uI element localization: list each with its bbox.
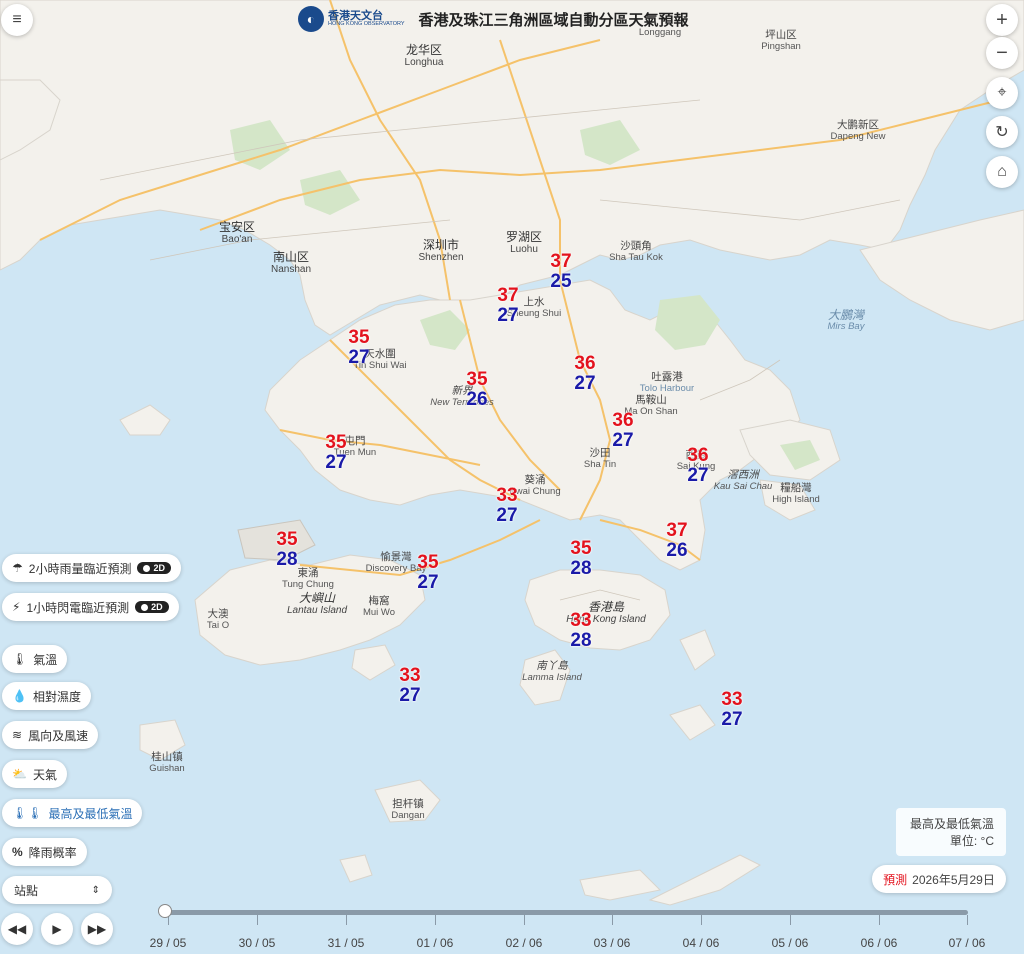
hko-logo: ◐ 香港天文台 HONG KONG OBSERVATORY	[298, 6, 405, 32]
home-button[interactable]: ⌂	[986, 156, 1018, 188]
timeline-label[interactable]: 02 / 06	[506, 936, 543, 950]
rain-prob-layer-button[interactable]: % 降雨概率	[2, 838, 87, 866]
temp-marker[interactable]: 36 27	[612, 411, 633, 451]
rain-cloud-icon: ☂	[12, 561, 23, 575]
timeline-handle[interactable]	[158, 904, 172, 918]
plus-icon: +	[996, 8, 1008, 31]
play-icon: ▶	[52, 922, 62, 936]
minus-icon: −	[996, 41, 1008, 64]
droplet-icon: 💧	[12, 689, 27, 703]
fast-forward-icon: ▶▶	[87, 922, 107, 936]
place-label: 罗湖区 Luohu	[505, 230, 543, 256]
crosshair-icon: ⌖	[997, 84, 1007, 101]
title-bar: ◐ 香港天文台 HONG KONG OBSERVATORY 香港及珠江三角洲區域…	[298, 6, 689, 32]
temp-marker[interactable]: 35 27	[417, 553, 438, 593]
wind-icon: ≋	[12, 728, 23, 742]
temp-marker[interactable]: 36 27	[687, 446, 708, 486]
rain-nowcast-toggle[interactable]: ☂ 2小時雨量臨近預測 2D	[2, 554, 181, 582]
temp-marker[interactable]: 33 27	[496, 486, 517, 526]
lightning-icon: ⚡	[12, 600, 21, 614]
timeline-label[interactable]: 06 / 06	[861, 936, 898, 950]
chevron-updown-icon: ⇕	[91, 884, 100, 896]
temp-marker[interactable]: 35 27	[325, 433, 346, 473]
temp-marker[interactable]: 35 28	[570, 539, 591, 579]
timeline-track[interactable]	[166, 910, 968, 915]
timeline-label[interactable]: 03 / 06	[594, 936, 631, 950]
temp-marker[interactable]: 33 27	[399, 666, 420, 706]
refresh-button[interactable]: ↻	[986, 116, 1018, 148]
timeline-label[interactable]: 04 / 06	[683, 936, 720, 950]
max-min-temp-layer-button[interactable]: 🌡🌡 最高及最低氣溫	[2, 799, 143, 827]
temperature-layer-button[interactable]: 🌡 氣溫	[2, 645, 68, 673]
2d-toggle-badge[interactable]: 2D	[137, 562, 171, 574]
place-label: 沙頭角 Sha Tau Kok	[609, 240, 663, 263]
humidity-layer-button[interactable]: 💧 相對濕度	[2, 682, 91, 710]
play-button[interactable]: ▶	[41, 913, 73, 945]
home-icon: ⌂	[997, 163, 1007, 180]
temp-marker[interactable]: 37 26	[666, 521, 687, 561]
zoom-out-button[interactable]: −	[986, 37, 1018, 69]
weather-icon: ⛅	[12, 767, 27, 781]
timeline-label[interactable]: 31 / 05	[328, 936, 365, 950]
timeline-label[interactable]: 29 / 05	[150, 936, 187, 950]
place-label: 大鵬灣 Mirs Bay	[827, 308, 865, 333]
temp-marker[interactable]: 33 28	[570, 611, 591, 651]
legend-box: 最高及最低氣溫 單位: °C	[896, 808, 1006, 856]
weather-layer-button[interactable]: ⛅ 天氣	[2, 760, 67, 788]
lightning-nowcast-toggle[interactable]: ⚡ 1小時閃電臨近預測 2D	[2, 593, 179, 621]
forward-button[interactable]: ▶▶	[81, 913, 113, 945]
place-label: 龙华区 Longhua	[404, 43, 444, 69]
page-title: 香港及珠江三角洲區域自動分區天氣預報	[418, 11, 689, 29]
place-label: 滘西洲 Kau Sai Chau	[713, 469, 773, 492]
2d-toggle-badge[interactable]: 2D	[135, 601, 169, 613]
place-label: 南山区 Nanshan	[270, 250, 312, 276]
rewind-button[interactable]: ◀◀	[1, 913, 33, 945]
temp-marker[interactable]: 33 27	[721, 690, 742, 730]
refresh-icon: ↻	[995, 124, 1009, 141]
wind-layer-button[interactable]: ≋ 風向及風速	[2, 721, 99, 749]
place-label: 大鹏新区 Dapeng New	[830, 119, 886, 142]
locate-button[interactable]: ⌖	[986, 77, 1018, 109]
thermometer-icon: 🌡	[12, 652, 28, 666]
place-label: 深圳市 Shenzhen	[418, 238, 464, 264]
temp-marker[interactable]: 35 28	[276, 530, 297, 570]
place-label: 梅窩 Mui Wo	[362, 595, 396, 618]
menu-button[interactable]: ≡	[1, 4, 33, 36]
place-label: 沙田 Sha Tin	[583, 447, 617, 470]
place-label: 糧船灣 High Island	[772, 482, 820, 505]
place-label: 吐露港 Tolo Harbour	[639, 371, 695, 394]
timeline-label[interactable]: 05 / 06	[772, 936, 809, 950]
place-label: 南丫島 Lamma Island	[522, 660, 582, 683]
place-label: 大嶼山 Lantau Island	[286, 591, 348, 617]
place-label: 坪山区 Pingshan	[761, 29, 801, 52]
hamburger-icon: ≡	[12, 11, 22, 28]
station-select[interactable]: 站點 ⇕	[2, 876, 112, 904]
percent-icon: %	[12, 845, 23, 859]
timeline-label[interactable]: 01 / 06	[417, 936, 454, 950]
temp-marker[interactable]: 36 27	[574, 354, 595, 394]
place-label: 桂山镇 Guishan	[149, 751, 185, 774]
timeline-label[interactable]: 30 / 05	[239, 936, 276, 950]
place-label: 東涌 Tung Chung	[282, 567, 334, 590]
temp-marker[interactable]: 35 26	[466, 370, 487, 410]
thermometer-pair-icon: 🌡🌡	[12, 806, 43, 820]
rewind-icon: ◀◀	[7, 922, 27, 936]
temp-marker[interactable]: 37 27	[497, 286, 518, 326]
timeline-label[interactable]: 07 / 06	[949, 936, 986, 950]
place-label: 担杆镇 Dangan	[391, 798, 425, 821]
forecast-date-pill: 預測 2026年5月29日	[872, 865, 1006, 893]
temp-marker[interactable]: 35 27	[348, 328, 369, 368]
place-label: 宝安区 Bao'an	[218, 220, 256, 246]
zoom-in-button[interactable]: +	[986, 4, 1018, 36]
temp-marker[interactable]: 37 25	[550, 252, 571, 292]
hko-logo-icon: ◐	[298, 6, 324, 32]
place-label: 大澳 Tai O	[206, 608, 230, 631]
